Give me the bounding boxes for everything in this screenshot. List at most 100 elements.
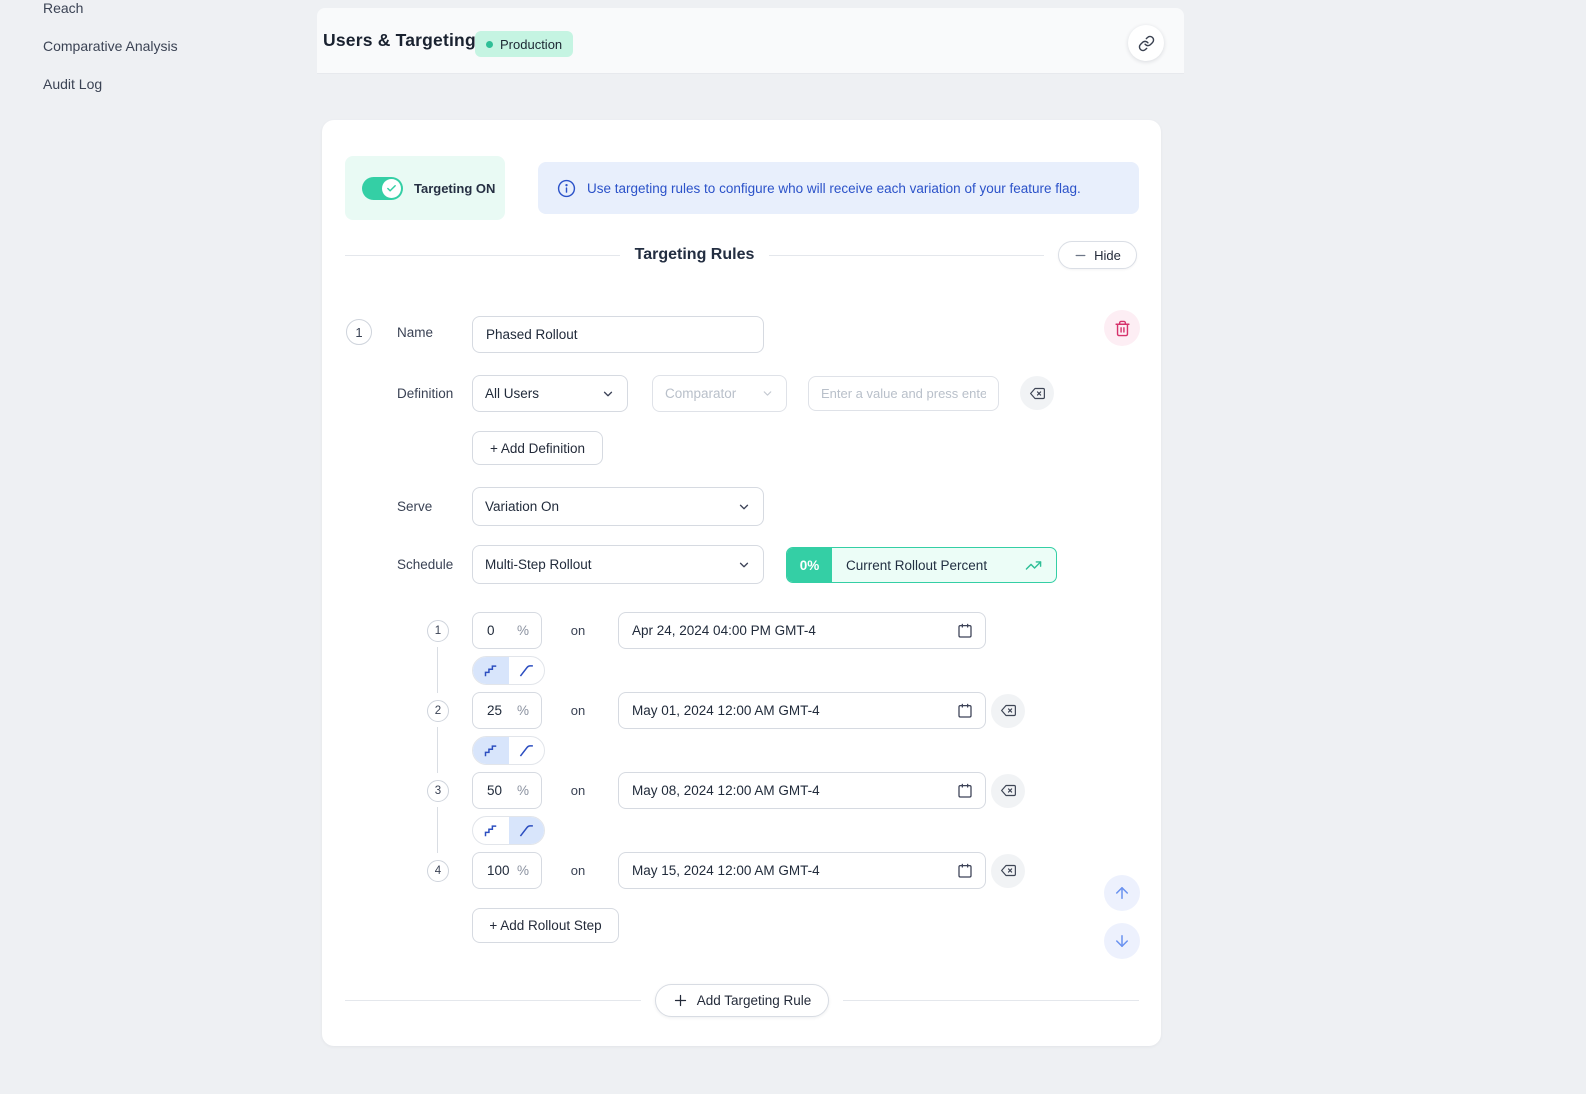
step-date-value: May 01, 2024 12:00 AM GMT-4: [632, 703, 820, 718]
schedule-select-value: Multi-Step Rollout: [485, 557, 592, 572]
step-percent-input[interactable]: 100 %: [472, 852, 542, 889]
audience-select-value: All Users: [485, 386, 539, 401]
transition-type-toggle[interactable]: [472, 656, 545, 685]
chevron-down-icon: [737, 500, 751, 514]
step-number-badge: 3: [427, 780, 449, 802]
step-date-value: May 08, 2024 12:00 AM GMT-4: [632, 783, 820, 798]
divider-line: [345, 1000, 641, 1001]
current-rollout-label: Current Rollout Percent: [846, 558, 987, 573]
backspace-icon: [1001, 783, 1016, 798]
environment-badge: Production: [475, 31, 573, 57]
definition-value-input[interactable]: [808, 376, 999, 411]
linear-transition-icon[interactable]: [509, 657, 545, 684]
transition-type-toggle[interactable]: [472, 736, 545, 765]
step-number-badge: 4: [427, 860, 449, 882]
calendar-icon: [957, 623, 973, 639]
remove-step-button[interactable]: [991, 774, 1025, 808]
copy-link-button[interactable]: [1128, 25, 1164, 61]
environment-badge-label: Production: [500, 37, 562, 52]
step-number-badge: 1: [427, 620, 449, 642]
chevron-down-icon: [761, 387, 774, 400]
chevron-down-icon: [737, 558, 751, 572]
trending-up-icon: [1025, 557, 1042, 574]
add-definition-button[interactable]: + Add Definition: [472, 431, 603, 465]
audience-select[interactable]: All Users: [472, 375, 628, 412]
rule-name-input[interactable]: [472, 316, 764, 353]
percent-suffix: %: [517, 863, 529, 878]
current-rollout-percent: 0%: [787, 548, 832, 582]
add-targeting-rule-label: Add Targeting Rule: [697, 993, 812, 1008]
clear-definition-button[interactable]: [1020, 376, 1054, 410]
calendar-icon: [957, 783, 973, 799]
step-percent-input[interactable]: 50 %: [472, 772, 542, 809]
rule-number-badge: 1: [346, 319, 372, 345]
step-date-value: May 15, 2024 12:00 AM GMT-4: [632, 863, 820, 878]
transition-type-toggle[interactable]: [472, 816, 545, 845]
backspace-icon: [1030, 386, 1045, 401]
environment-dot-icon: [486, 41, 493, 48]
step-transition-icon[interactable]: [473, 817, 509, 844]
calendar-icon: [957, 703, 973, 719]
step-percent-input[interactable]: 25 %: [472, 692, 542, 729]
minus-icon: [1074, 249, 1087, 262]
on-label: on: [568, 783, 588, 798]
hide-button[interactable]: Hide: [1058, 241, 1137, 269]
comparator-select-placeholder: Comparator: [665, 386, 736, 401]
step-date-input[interactable]: Apr 24, 2024 04:00 PM GMT-4: [618, 612, 986, 649]
move-rule-up-button[interactable]: [1104, 875, 1140, 911]
step-transition-icon[interactable]: [473, 737, 509, 764]
schedule-label: Schedule: [397, 557, 453, 572]
step-date-input[interactable]: May 08, 2024 12:00 AM GMT-4: [618, 772, 986, 809]
backspace-icon: [1001, 863, 1016, 878]
plus-icon: [673, 993, 688, 1008]
chevron-down-icon: [601, 387, 615, 401]
step-percent-input[interactable]: 0 %: [472, 612, 542, 649]
divider-line: [769, 255, 1044, 256]
link-icon: [1138, 35, 1155, 52]
on-label: on: [568, 703, 588, 718]
comparator-select[interactable]: Comparator: [652, 375, 787, 412]
definition-label: Definition: [397, 386, 453, 401]
percent-suffix: %: [517, 703, 529, 718]
info-icon: [557, 179, 576, 198]
sidebar-item-comparative-analysis[interactable]: Comparative Analysis: [43, 38, 178, 54]
page-title: Users & Targeting: [323, 30, 476, 51]
info-banner: Use targeting rules to configure who wil…: [538, 162, 1139, 214]
targeting-toggle-label: Targeting ON: [414, 181, 495, 196]
remove-step-button[interactable]: [991, 694, 1025, 728]
arrow-up-icon: [1113, 884, 1131, 902]
percent-suffix: %: [517, 783, 529, 798]
on-label: on: [568, 863, 588, 878]
targeting-card: Targeting ON Use targeting rules to conf…: [322, 120, 1161, 1046]
sidebar-item-reach[interactable]: Reach: [43, 0, 83, 16]
linear-transition-icon[interactable]: [509, 817, 545, 844]
backspace-icon: [1001, 703, 1016, 718]
step-percent-value: 50: [487, 783, 502, 798]
targeting-rules-section-header: Targeting Rules Hide: [345, 241, 1137, 269]
serve-label: Serve: [397, 499, 432, 514]
rollout-step-row: 4 100 % on May 15, 2024 12:00 AM GMT-4: [427, 852, 1025, 889]
current-rollout-indicator: 0% Current Rollout Percent: [786, 547, 1057, 583]
percent-suffix: %: [517, 623, 529, 638]
linear-transition-icon[interactable]: [509, 737, 545, 764]
add-rollout-step-button[interactable]: + Add Rollout Step: [472, 908, 619, 943]
divider-line: [345, 255, 620, 256]
hide-button-label: Hide: [1094, 248, 1121, 263]
step-number-badge: 2: [427, 700, 449, 722]
serve-select[interactable]: Variation On: [472, 487, 764, 526]
schedule-select[interactable]: Multi-Step Rollout: [472, 545, 764, 584]
move-rule-down-button[interactable]: [1104, 923, 1140, 959]
step-date-input[interactable]: May 15, 2024 12:00 AM GMT-4: [618, 852, 986, 889]
toggle-check-icon: [382, 179, 401, 198]
info-banner-text: Use targeting rules to configure who wil…: [587, 181, 1081, 196]
step-transition-icon[interactable]: [473, 657, 509, 684]
remove-step-button[interactable]: [991, 854, 1025, 888]
step-date-input[interactable]: May 01, 2024 12:00 AM GMT-4: [618, 692, 986, 729]
page-header: Users & Targeting Production: [317, 8, 1184, 74]
add-targeting-rule-button[interactable]: Add Targeting Rule: [655, 984, 830, 1017]
sidebar-item-audit-log[interactable]: Audit Log: [43, 76, 102, 92]
section-title: Targeting Rules: [635, 246, 755, 264]
delete-rule-button[interactable]: [1104, 310, 1140, 346]
step-connector-line: [437, 647, 438, 693]
targeting-toggle[interactable]: [362, 177, 403, 200]
